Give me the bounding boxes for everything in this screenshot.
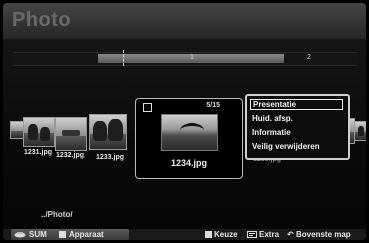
timeline-bar[interactable]: 1 2 — [13, 50, 357, 66]
hut-shape — [180, 123, 204, 138]
extra-label[interactable]: Extra — [259, 229, 279, 240]
sum-icon — [14, 232, 26, 238]
thumbnail-name-1232: 1232.jpg — [56, 152, 85, 159]
photo-filename: 1234.jpg — [170, 158, 208, 168]
thumbnail-edge-right[interactable] — [354, 121, 366, 141]
thumbnail-1231[interactable] — [23, 117, 55, 147]
device-icon — [59, 231, 66, 238]
menu-item-presentatie[interactable]: Presentatie — [250, 99, 343, 110]
timeline-label-2: 2 — [307, 54, 311, 61]
selected-photo-preview[interactable]: 5/15 1234.jpg — [135, 98, 243, 179]
photo-image — [161, 114, 218, 151]
sum-label[interactable]: SUM — [29, 229, 47, 240]
keuze-icon — [205, 231, 212, 238]
return-icon: ↶ — [287, 230, 294, 239]
timeline-marker — [123, 50, 125, 66]
footer-bar: SUM Apparaat Keuze Extra ↶ Bovenste map — [3, 229, 366, 240]
thumbnail-1232[interactable] — [55, 117, 87, 151]
keuze-label[interactable]: Keuze — [214, 229, 238, 240]
tools-icon — [247, 231, 257, 238]
select-checkbox[interactable] — [143, 103, 152, 112]
top-folder-label[interactable]: Bovenste map — [296, 229, 351, 240]
timeline-label-1: 1 — [190, 54, 194, 61]
device-label[interactable]: Apparaat — [69, 229, 104, 240]
menu-item-informatie[interactable]: Informatie — [250, 127, 345, 138]
photo-browser-screen: Photo 1 2 1231.jpg 1232.jpg 1233.jpg 123… — [3, 3, 366, 240]
thumbnail-name-1233: 1233.jpg — [96, 154, 125, 161]
menu-item-huid-afsp[interactable]: Huid. afsp. — [250, 113, 345, 124]
context-menu: Presentatie Huid. afsp. Informatie Veili… — [245, 94, 350, 160]
photo-counter: 5/15 — [206, 102, 220, 109]
menu-item-veilig-verwijderen[interactable]: Veilig verwijderen — [250, 141, 345, 152]
page-title: Photo — [12, 9, 72, 31]
thumbnail-1233[interactable] — [89, 114, 127, 150]
thumbnail-edge-left[interactable] — [10, 121, 24, 139]
current-path: ../Photo/ — [41, 210, 73, 219]
thumbnail-name-1231: 1231.jpg — [24, 149, 53, 156]
